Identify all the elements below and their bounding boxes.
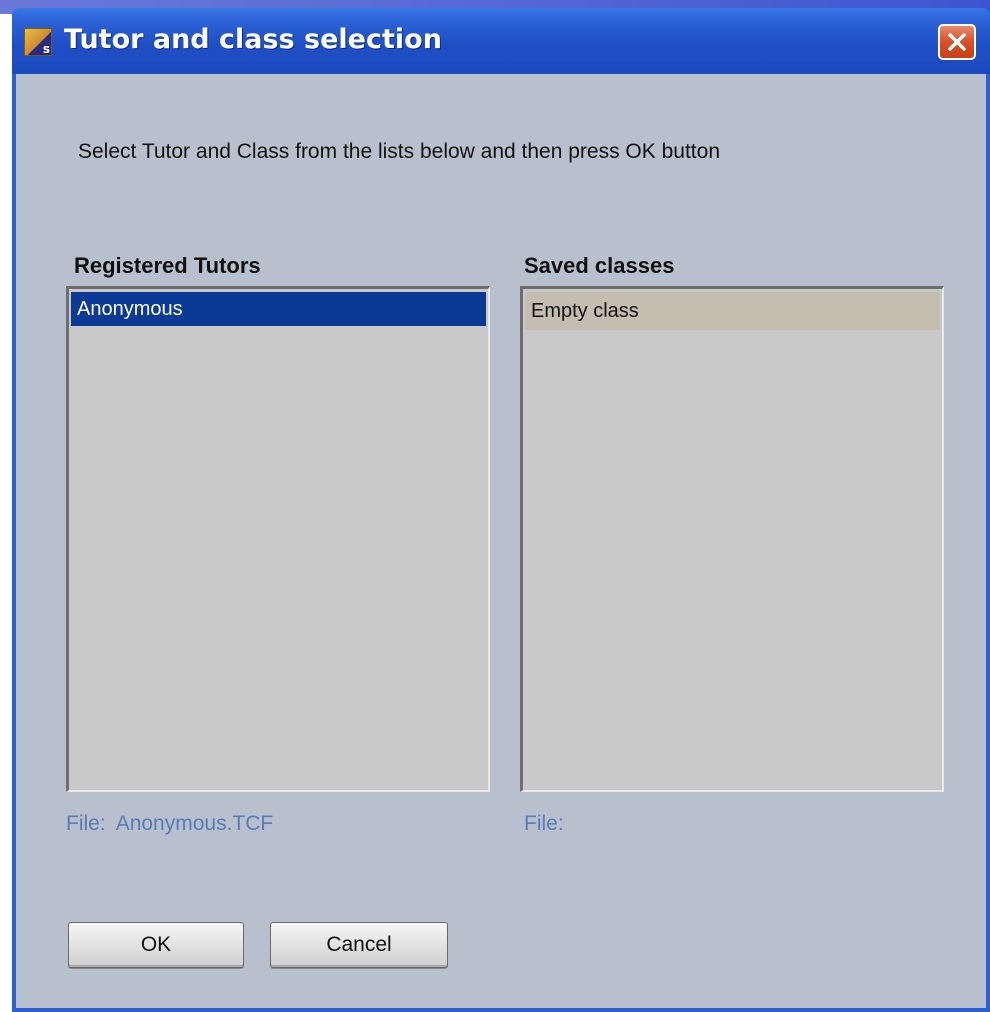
- registered-tutors-label: Registered Tutors: [74, 253, 261, 278]
- title-bar[interactable]: s Tutor and class selection: [12, 8, 990, 74]
- cancel-button[interactable]: Cancel: [270, 922, 448, 968]
- dialog-window: s Tutor and class selection Select Tutor…: [12, 8, 990, 1012]
- tutor-file-value: Anonymous.TCF: [115, 812, 274, 835]
- classes-listbox[interactable]: Empty class: [520, 286, 944, 792]
- dialog-client-area: Select Tutor and Class from the lists be…: [16, 74, 986, 1008]
- app-icon: s: [24, 28, 52, 56]
- instruction-text: Select Tutor and Class from the lists be…: [78, 140, 720, 163]
- list-item-empty-class[interactable]: Empty class: [525, 292, 940, 330]
- class-file-prefix: File:: [524, 812, 564, 835]
- window-title: Tutor and class selection: [64, 24, 442, 55]
- ok-button[interactable]: OK: [68, 922, 244, 968]
- close-button[interactable]: [938, 24, 976, 60]
- tutors-listbox[interactable]: Anonymous: [66, 286, 490, 792]
- tutor-file-info: File: Anonymous.TCF: [66, 812, 273, 836]
- app-icon-badge: s: [42, 42, 50, 56]
- close-icon: [948, 33, 966, 51]
- list-item-anonymous[interactable]: Anonymous: [71, 292, 486, 326]
- tutor-file-prefix: File:: [66, 812, 106, 835]
- saved-classes-label: Saved classes: [524, 253, 675, 278]
- class-file-info: File:: [524, 812, 574, 836]
